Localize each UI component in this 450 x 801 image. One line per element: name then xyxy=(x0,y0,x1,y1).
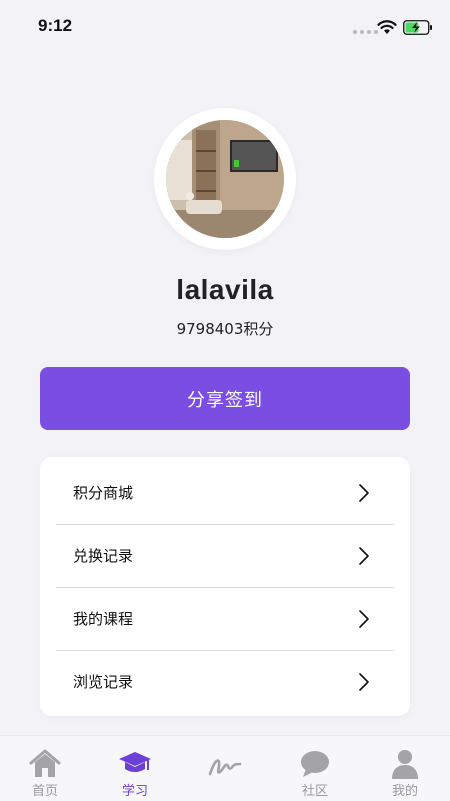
tab-home[interactable]: 首页 xyxy=(0,736,90,801)
status-time: 9:12 xyxy=(38,16,73,35)
share-checkin-button[interactable]: 分享签到 xyxy=(40,367,410,430)
tab-label: 我的 xyxy=(391,784,418,799)
tab-label: 社区 xyxy=(301,784,328,799)
avatar-image xyxy=(166,120,284,238)
tab-signature[interactable] xyxy=(180,736,270,801)
tab-study[interactable]: 学习 xyxy=(90,736,180,801)
chat-bubble-icon xyxy=(301,751,329,777)
menu-item-browse-history[interactable]: 浏览记录 xyxy=(56,650,394,713)
username: lalavila xyxy=(176,274,274,305)
menu-item-label: 我的课程 xyxy=(73,610,134,628)
signature-icon xyxy=(208,759,242,776)
user-icon xyxy=(392,750,418,779)
home-icon xyxy=(29,749,61,777)
menu-card: 积分商城 兑换记录 我的课程 浏览记录 xyxy=(40,457,410,716)
tab-label: 首页 xyxy=(31,784,58,799)
graduation-cap-icon xyxy=(119,752,151,772)
tab-bar: 首页 学习 社区 我的 xyxy=(0,735,450,801)
avatar[interactable] xyxy=(166,120,284,238)
chevron-right-icon xyxy=(359,673,369,691)
cellular-signal-icon xyxy=(353,30,378,34)
chevron-right-icon xyxy=(359,610,369,628)
menu-item-label: 兑换记录 xyxy=(73,547,134,565)
battery-charging-icon xyxy=(403,20,432,35)
tab-community[interactable]: 社区 xyxy=(270,736,360,801)
tab-label: 学习 xyxy=(121,784,148,799)
menu-item-redeem-history[interactable]: 兑换记录 xyxy=(56,524,394,588)
avatar-frame xyxy=(154,108,296,250)
chevron-right-icon xyxy=(359,547,369,565)
menu-item-my-courses[interactable]: 我的课程 xyxy=(56,587,394,651)
tab-profile[interactable]: 我的 xyxy=(360,736,450,801)
menu-item-label: 积分商城 xyxy=(73,484,134,502)
menu-item-points-mall[interactable]: 积分商城 xyxy=(56,461,394,525)
menu-item-label: 浏览记录 xyxy=(73,673,134,691)
wifi-icon xyxy=(377,20,397,34)
status-bar: 9:12 xyxy=(0,0,450,54)
points-balance: 9798403积分 xyxy=(176,320,274,338)
chevron-right-icon xyxy=(359,484,369,502)
